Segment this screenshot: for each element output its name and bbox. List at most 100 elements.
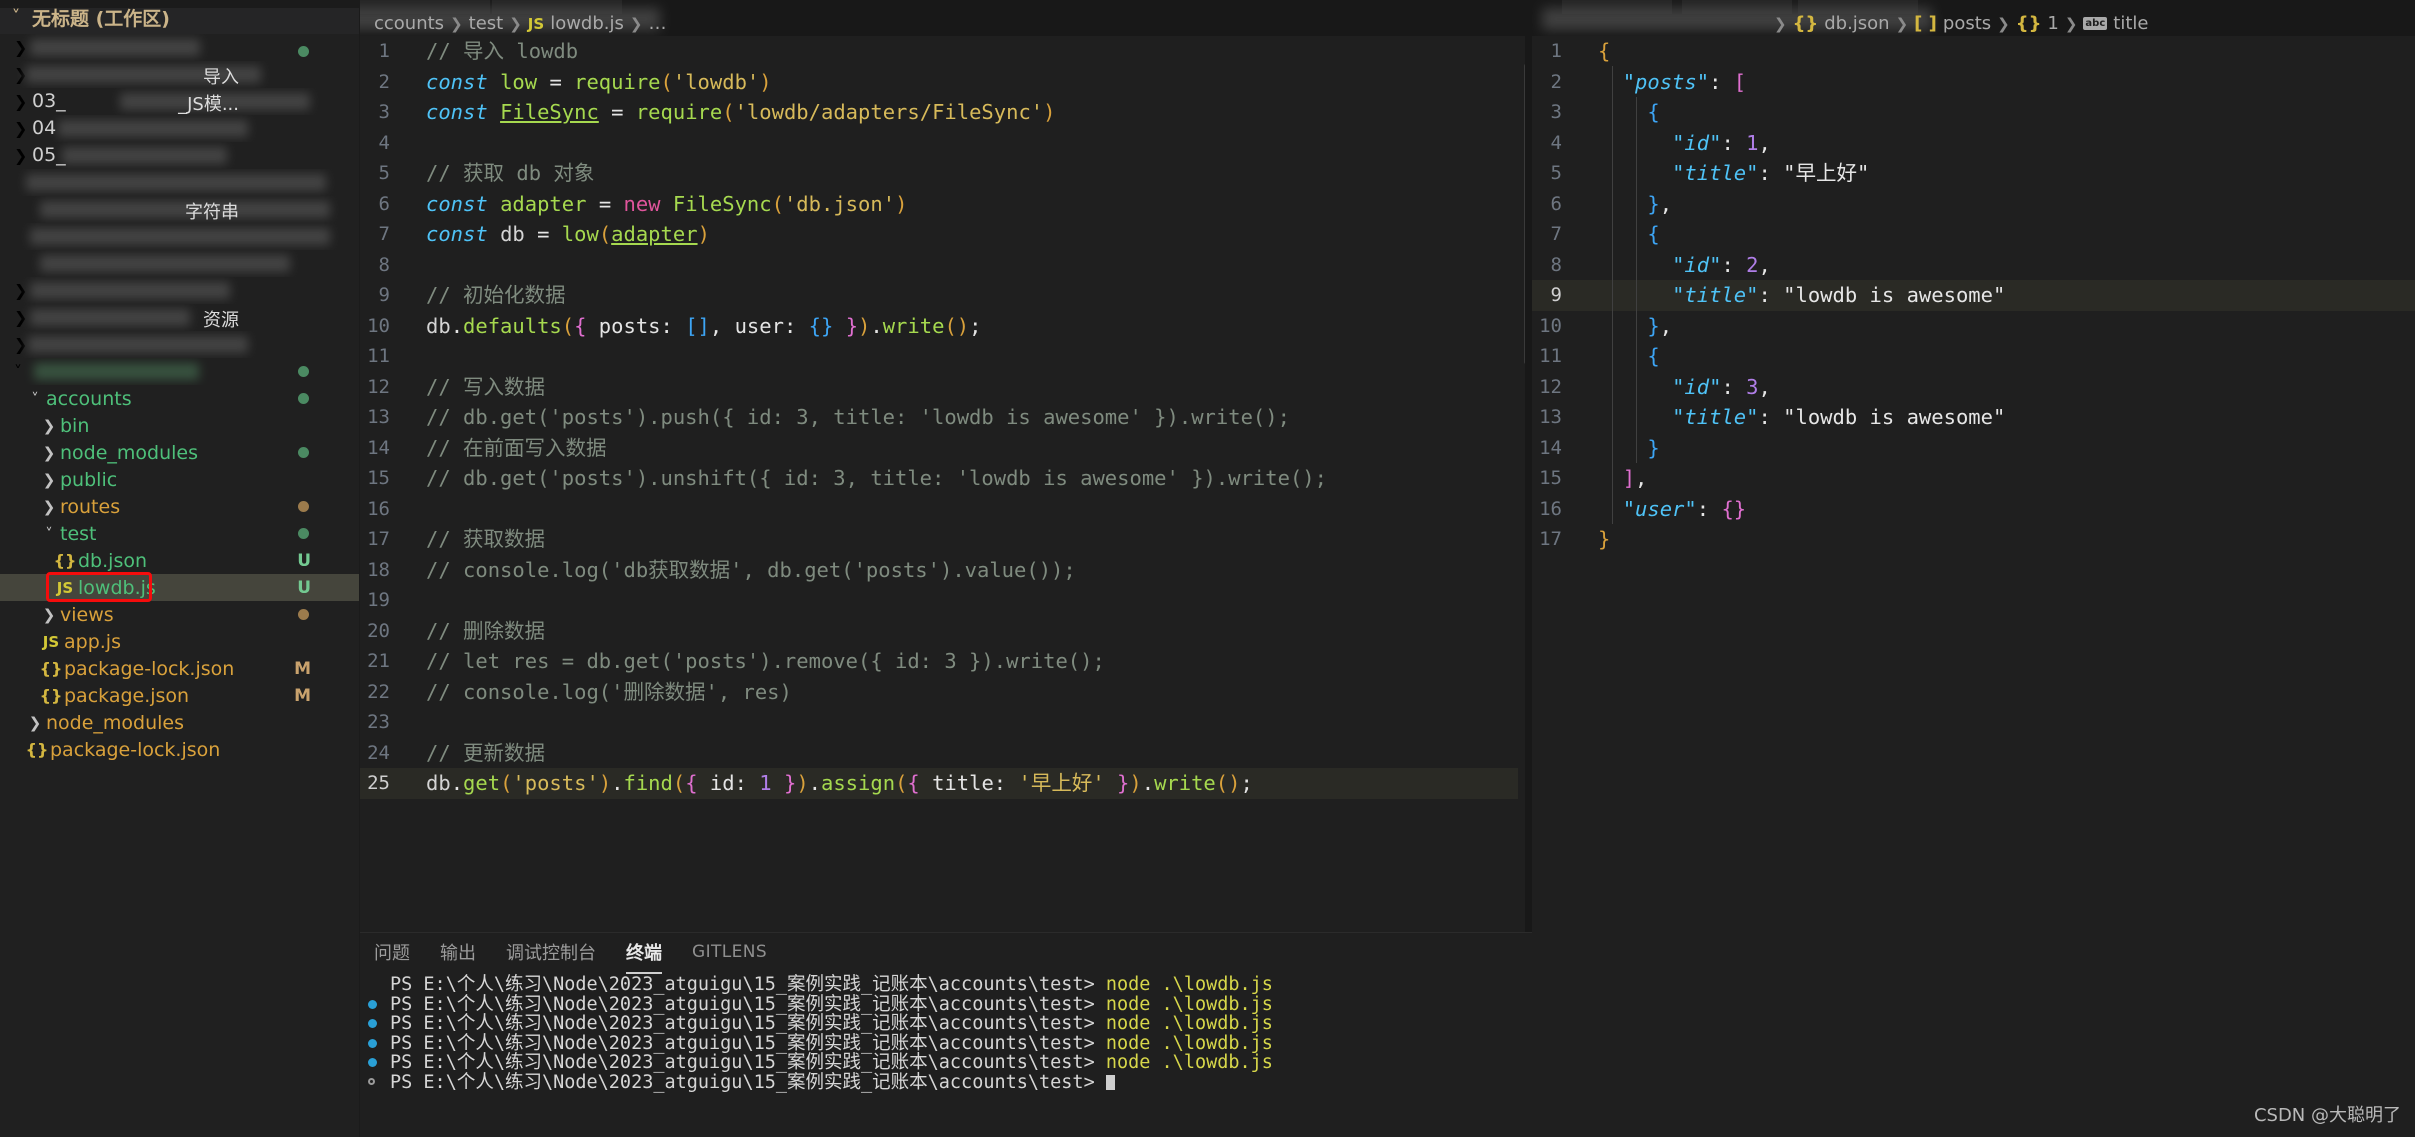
code-text[interactable]: // 写入数据 <box>416 372 545 403</box>
blurred-tree-item[interactable] <box>0 250 359 277</box>
breadcrumb-field[interactable]: title <box>2113 13 2148 34</box>
code-line[interactable]: 4 <box>360 128 1532 159</box>
breadcrumb-array[interactable]: posts <box>1943 13 1991 34</box>
code-line[interactable]: 3 { <box>1532 97 2415 128</box>
code-line[interactable]: 3 const FileSync = require('lowdb/adapter… <box>360 97 1532 128</box>
code-line[interactable]: 24 // 更新数据 <box>360 738 1532 769</box>
tree-folder-routes[interactable]: ❯ routes <box>0 493 359 520</box>
code-line[interactable]: 7 const db = low(adapter) <box>360 219 1532 250</box>
panel-tab-终端[interactable]: 终端 <box>624 933 664 974</box>
left-breadcrumb[interactable]: ccounts ❯ test ❯ JS lowdb.js ❯ … <box>374 13 666 34</box>
terminal-output[interactable]: PS E:\个人\练习\Node\2023_atguigu\15_案例实践_记账… <box>360 971 1532 1092</box>
code-line[interactable]: 5 // 获取 db 对象 <box>360 158 1532 189</box>
code-lines[interactable]: 1{2 "posts": [3 {4 "id": 1, 5 "title": "早… <box>1532 36 2415 555</box>
code-line[interactable]: 16 <box>360 494 1532 525</box>
code-text[interactable]: db.get('posts').find({ id: 1 }).assign({… <box>416 768 1253 799</box>
code-text[interactable]: // 更新数据 <box>416 738 545 769</box>
blurred-tree-item[interactable]: ❯ 03_ _JS模... <box>0 88 359 115</box>
code-editor-db-json[interactable]: 1{2 "posts": [3 {4 "id": 1, 5 "title": "早… <box>1532 36 2415 1137</box>
code-line[interactable]: 2 "posts": [ <box>1532 67 2415 98</box>
code-text[interactable]: ], <box>1588 463 1648 494</box>
blurred-tree-item[interactable]: 字符串 <box>0 196 359 223</box>
blurred-tree-item[interactable] <box>0 169 359 196</box>
code-text[interactable]: // db.get('posts').unshift({ id: 3, titl… <box>416 463 1327 494</box>
breadcrumb-object-index[interactable]: 1 <box>2047 13 2058 34</box>
code-text[interactable] <box>416 494 426 525</box>
blurred-tree-item[interactable]: ❯ 导入 <box>0 61 359 88</box>
code-line[interactable]: 6 const adapter = new FileSync('db.json') <box>360 189 1532 220</box>
tree-file-app.js[interactable]: JS app.js <box>0 628 359 655</box>
file-tree[interactable]: ❯ ❯ 导入 ❯ 03_ _JS模... ❯ 04 ❯ 05_ 字符串 ❯ ❯ 资源 ❯ ˅ ˅ accounts… <box>0 34 359 1137</box>
code-line[interactable]: 8 <box>360 250 1532 281</box>
panel-tab-调试控制台[interactable]: 调试控制台 <box>504 933 598 971</box>
code-line[interactable]: 19 <box>360 585 1532 616</box>
chevron-right-icon[interactable]: ❯ <box>38 606 60 624</box>
code-line[interactable]: 10 }, <box>1532 311 2415 342</box>
code-text[interactable] <box>416 707 426 738</box>
code-text[interactable]: } <box>1588 433 1659 464</box>
panel-tablist[interactable]: 问题 输出 调试控制台 终端 GITLENS <box>360 933 1532 974</box>
code-line[interactable]: 25 db.get('posts').find({ id: 1 }).assign… <box>360 768 1532 799</box>
tree-file-package.json[interactable]: {} package.json M <box>0 682 359 709</box>
code-line[interactable]: 16 "user": {} <box>1532 494 2415 525</box>
code-text[interactable]: const db = low(adapter) <box>416 219 710 250</box>
code-line[interactable]: 2 const low = require('lowdb') <box>360 67 1532 98</box>
code-text[interactable]: "id": 3, <box>1588 372 1771 403</box>
chevron-right-icon[interactable]: ❯ <box>38 498 60 516</box>
blurred-tree-item[interactable]: ❯ 04 <box>0 115 359 142</box>
left-editor-tabbar[interactable]: ccounts ❯ test ❯ JS lowdb.js ❯ … <box>360 0 1532 36</box>
code-text[interactable] <box>416 128 426 159</box>
code-line[interactable]: 7 { <box>1532 219 2415 250</box>
tree-file-package-lock.json[interactable]: {} package-lock.json <box>0 736 359 763</box>
code-text[interactable]: // 删除数据 <box>416 616 545 647</box>
tree-folder-public[interactable]: ❯ public <box>0 466 359 493</box>
code-text[interactable]: { <box>1588 341 1659 372</box>
code-lines[interactable]: 1// 导入 lowdb 2 const low = require('lowdb'… <box>360 36 1532 799</box>
code-text[interactable]: // console.log('删除数据', res) <box>416 677 792 708</box>
code-text[interactable]: } <box>1588 524 1610 555</box>
chevron-right-icon[interactable]: ❯ <box>38 417 60 435</box>
panel-tab-GITLENS[interactable]: GITLENS <box>690 936 769 968</box>
code-text[interactable]: const adapter = new FileSync('db.json') <box>416 189 907 220</box>
code-line[interactable]: 9 // 初始化数据 <box>360 280 1532 311</box>
blurred-tree-item[interactable]: ❯ 05_ <box>0 142 359 169</box>
code-line[interactable]: 17 // 获取数据 <box>360 524 1532 555</box>
tree-folder-node_modules[interactable]: ❯ node_modules <box>0 709 359 736</box>
code-text[interactable]: // 导入 lowdb <box>416 36 578 67</box>
code-text[interactable]: }, <box>1588 189 1672 220</box>
tree-file-db.json[interactable]: {} db.json U <box>0 547 359 574</box>
code-text[interactable] <box>416 341 426 372</box>
right-breadcrumb[interactable]: ❯ {} db.json ❯ [ ] posts ❯ {} 1 ❯ abc ti… <box>1774 13 2148 34</box>
blurred-tree-item[interactable] <box>0 223 359 250</box>
code-line[interactable]: 23 <box>360 707 1532 738</box>
code-editor-lowdb-js[interactable]: 1// 导入 lowdb 2 const low = require('lowdb'… <box>360 36 1532 932</box>
code-line[interactable]: 20 // 删除数据 <box>360 616 1532 647</box>
right-editor-tabbar[interactable]: ❯ {} db.json ❯ [ ] posts ❯ {} 1 ❯ abc ti… <box>1532 0 2415 36</box>
code-line[interactable]: 6 }, <box>1532 189 2415 220</box>
code-line[interactable]: 5 "title": "早上好" <box>1532 158 2415 189</box>
code-line[interactable]: 14 } <box>1532 433 2415 464</box>
code-text[interactable]: db.defaults({ posts: [], user: {} }).wri… <box>416 311 981 342</box>
code-line[interactable]: 1{ <box>1532 36 2415 67</box>
code-text[interactable]: // let res = db.get('posts').remove({ id… <box>416 646 1105 677</box>
code-text[interactable]: // db.get('posts').push({ id: 3, title: … <box>416 402 1290 433</box>
tree-file-package-lock.json[interactable]: {} package-lock.json M <box>0 655 359 682</box>
chevron-down-icon[interactable]: ˅ <box>38 525 60 543</box>
code-line[interactable]: 9 "title": "lowdb is awesome" <box>1532 280 2415 311</box>
tree-folder-test[interactable]: ˅ test <box>0 520 359 547</box>
tree-file-lowdb.js[interactable]: JS lowdb.js U <box>0 574 359 601</box>
code-line[interactable]: 12 // 写入数据 <box>360 372 1532 403</box>
breadcrumb-folder[interactable]: test <box>469 13 504 34</box>
panel-tab-问题[interactable]: 问题 <box>372 933 412 971</box>
code-line[interactable]: 15 // db.get('posts').unshift({ id: 3, ti… <box>360 463 1532 494</box>
code-line[interactable]: 17} <box>1532 524 2415 555</box>
code-line[interactable]: 4 "id": 1, <box>1532 128 2415 159</box>
code-text[interactable]: { <box>1588 97 1659 128</box>
code-line[interactable]: 13 // db.get('posts').push({ id: 3, title… <box>360 402 1532 433</box>
breadcrumb-ellipsis[interactable]: … <box>648 13 666 34</box>
code-text[interactable]: }, <box>1588 311 1672 342</box>
code-text[interactable]: { <box>1588 219 1659 250</box>
blurred-tree-item[interactable]: ❯ 资源 <box>0 304 359 331</box>
tree-folder-accounts[interactable]: ˅ accounts <box>0 385 359 412</box>
code-line[interactable]: 22 // console.log('删除数据', res) <box>360 677 1532 708</box>
